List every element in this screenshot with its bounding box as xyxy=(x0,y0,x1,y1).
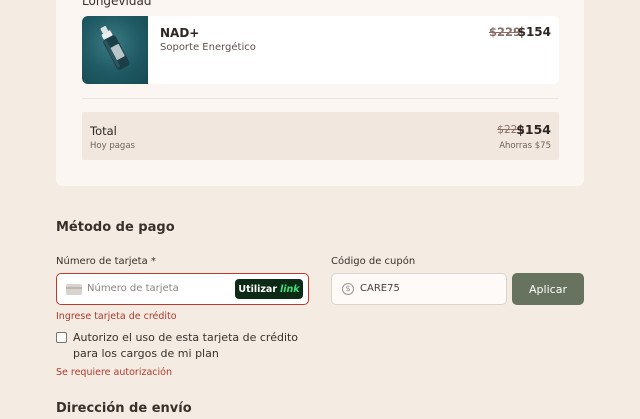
total-box: Total Hoy pagas $229 $154 Ahorras $75 xyxy=(82,112,559,160)
card-number-field[interactable]: Número de tarjeta Utilizar link xyxy=(56,273,309,305)
summary-divider xyxy=(82,98,559,99)
apply-coupon-button[interactable]: Aplicar xyxy=(512,273,584,305)
coupon-code-label: Código de cupón xyxy=(331,256,416,267)
authorize-error-message: Se requiere autorización xyxy=(56,367,172,378)
total-sub-label: Hoy pagas xyxy=(90,141,135,151)
authorize-label[interactable]: Autorizo el uso de esta tarjeta de crédi… xyxy=(73,330,313,362)
card-number-placeholder: Número de tarjeta xyxy=(87,283,179,294)
link-brand-logo: link xyxy=(280,283,300,295)
product-name: NAD+ xyxy=(160,26,200,40)
dollar-coin-icon: $ xyxy=(342,283,354,295)
section-label: Longevidad xyxy=(82,0,152,8)
coupon-code-field[interactable]: $ CARE75 xyxy=(331,273,507,305)
use-link-button[interactable]: Utilizar link xyxy=(235,279,303,299)
shipping-address-heading: Dirección de envío xyxy=(56,401,192,416)
total-label: Total xyxy=(90,124,117,138)
link-button-prefix: Utilizar xyxy=(238,283,278,295)
card-error-message: Ingrese tarjeta de crédito xyxy=(56,311,177,322)
product-subtitle: Soporte Energético xyxy=(160,42,256,53)
credit-card-icon xyxy=(66,284,82,295)
product-image xyxy=(82,16,148,84)
card-number-label: Número de tarjeta * xyxy=(56,256,156,267)
product-row: NAD+ Soporte Energético $229 $154 xyxy=(82,16,559,84)
product-discount-price: $154 xyxy=(517,25,551,39)
authorize-checkbox[interactable] xyxy=(56,332,67,343)
bottle-icon xyxy=(100,25,130,70)
total-savings: Ahorras $75 xyxy=(499,141,551,151)
coupon-code-value: CARE75 xyxy=(360,283,400,294)
product-original-price: $229 xyxy=(488,25,521,39)
total-discount-price: $154 xyxy=(516,122,551,137)
payment-method-heading: Método de pago xyxy=(56,220,175,235)
